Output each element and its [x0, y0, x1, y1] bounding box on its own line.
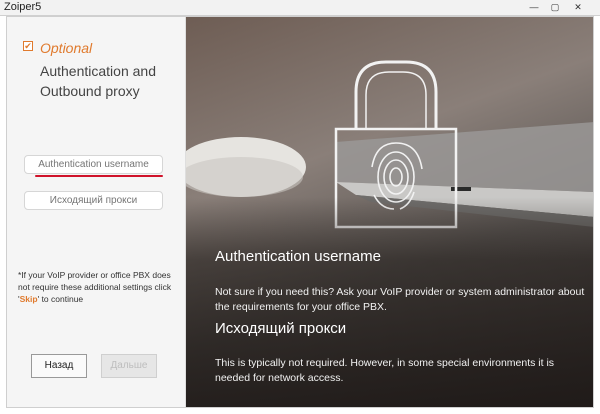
wizard-window: ✔ Optional Authentication and Outbound p…	[6, 16, 594, 408]
skip-link[interactable]: Skip	[20, 294, 38, 304]
outbound-proxy-input[interactable]	[24, 191, 163, 210]
info-panel: Authentication username Not sure if you …	[186, 17, 593, 407]
skip-note: *If your VoIP provider or office PBX doe…	[18, 269, 176, 305]
auth-info-title: Authentication username	[215, 248, 381, 265]
proxy-info-text: This is typically not required. However,…	[215, 357, 555, 384]
proxy-info-title: Исходящий прокси	[215, 320, 347, 337]
optional-label: Optional	[40, 40, 93, 56]
highlight-underline	[35, 175, 163, 177]
auth-info-text: Not sure if you need this? Ask your VoIP…	[215, 286, 585, 313]
maximize-button[interactable]: ▢	[547, 1, 563, 13]
section-heading: Authentication and Outbound proxy	[40, 63, 156, 99]
minimize-button[interactable]: —	[526, 1, 542, 13]
note-end: ' to continue	[37, 294, 84, 304]
settings-panel: ✔ Optional Authentication and Outbound p…	[7, 17, 186, 407]
window-title: Zoiper5	[4, 1, 42, 13]
close-button[interactable]: ✕	[568, 1, 588, 13]
back-button[interactable]: Назад	[31, 354, 87, 378]
optional-checkbox[interactable]: ✔	[23, 41, 33, 51]
next-button[interactable]: Дальше	[101, 354, 157, 378]
auth-username-input[interactable]	[24, 155, 163, 174]
title-bar: Zoiper5 — ▢ ✕	[0, 0, 600, 16]
